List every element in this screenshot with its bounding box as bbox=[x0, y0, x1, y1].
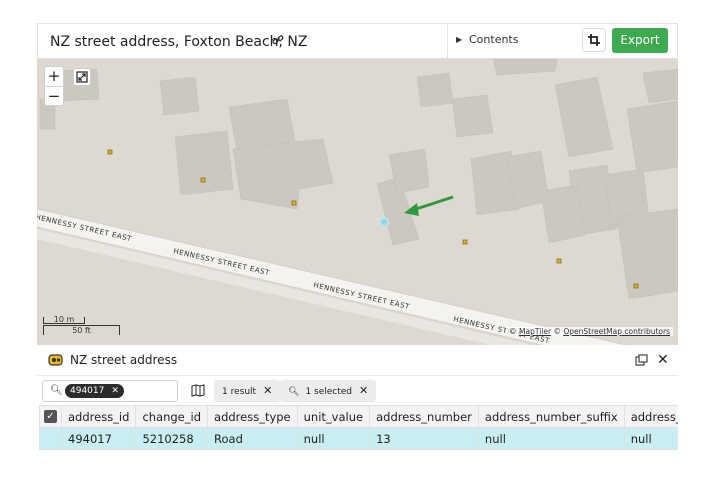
building bbox=[174, 130, 234, 196]
column-header[interactable]: address_number_suffix bbox=[477, 405, 625, 428]
arrow-pointer bbox=[412, 195, 454, 212]
map-attribution: © MapTiler © OpenStreetMap contributors bbox=[506, 327, 673, 336]
selected-count-chip[interactable]: 🔍︎ 1 selected ✕ bbox=[280, 380, 377, 402]
clear-selection-icon[interactable]: ✕ bbox=[359, 384, 368, 397]
search-icon: 🔍︎ bbox=[50, 385, 63, 396]
export-button[interactable]: Export bbox=[612, 28, 668, 53]
attribute-panel: NZ street address ✕ 🔍︎ 494017 ✕ 1 result ✕… bbox=[37, 345, 678, 451]
building bbox=[232, 138, 334, 210]
osm-link[interactable]: OpenStreetMap contributors bbox=[563, 327, 670, 336]
maptiler-link[interactable]: MapTiler bbox=[519, 327, 551, 336]
link-icon[interactable] bbox=[271, 33, 285, 47]
column-header[interactable]: address_number bbox=[369, 405, 479, 428]
map-view[interactable]: HENNESSY STREET EAST HENNESSY STREET EAS… bbox=[37, 59, 678, 345]
crop-icon bbox=[588, 34, 600, 46]
table-header-row: ✓ address_id change_id address_type unit… bbox=[39, 405, 678, 428]
building bbox=[416, 72, 454, 108]
table-row[interactable]: 494017 5210258 Road null 13 null null bbox=[39, 427, 678, 450]
window-expand-icon[interactable] bbox=[635, 354, 648, 366]
column-header[interactable]: address_type bbox=[207, 405, 298, 428]
column-header[interactable]: unit_value bbox=[296, 405, 371, 428]
fullscreen-button[interactable] bbox=[73, 68, 91, 86]
address-point bbox=[200, 177, 206, 183]
close-icon[interactable]: ✕ bbox=[657, 352, 669, 368]
filter-bar: 🔍︎ 494017 ✕ 1 result ✕ 🔍︎ 1 selected ✕ bbox=[37, 375, 678, 405]
zoom-control: + − bbox=[44, 66, 64, 106]
building bbox=[159, 76, 200, 116]
table-cell: Road bbox=[207, 427, 298, 450]
scale-bar-imperial: 50 ft bbox=[43, 325, 120, 335]
address-point bbox=[633, 283, 639, 289]
selected-address-point bbox=[379, 217, 389, 227]
column-header[interactable]: address_id bbox=[60, 405, 137, 428]
layer-title: NZ street address bbox=[70, 353, 178, 367]
address-point bbox=[107, 149, 113, 155]
building bbox=[642, 68, 678, 104]
zoom-out-button[interactable]: − bbox=[45, 87, 63, 106]
panel-header: NZ street address ✕ bbox=[37, 345, 678, 375]
scale-bar-metric: 10 m bbox=[43, 316, 85, 324]
page-title: NZ street address, Foxton Beach, NZ bbox=[50, 34, 308, 50]
map-filter-icon[interactable] bbox=[191, 384, 205, 398]
table-cell: null bbox=[296, 427, 371, 450]
search-term-chip[interactable]: 494017 ✕ bbox=[65, 384, 124, 398]
select-all-cell[interactable]: ✓ bbox=[39, 405, 62, 428]
remove-search-icon[interactable]: ✕ bbox=[111, 386, 119, 396]
building bbox=[540, 184, 586, 244]
table-cell: 13 bbox=[369, 427, 479, 450]
building bbox=[451, 94, 494, 138]
caret-right-icon: ▶ bbox=[456, 35, 463, 44]
building bbox=[626, 100, 678, 174]
results-count-chip[interactable]: 1 result ✕ bbox=[214, 380, 281, 402]
row-select-cell[interactable] bbox=[39, 427, 62, 450]
expand-icon bbox=[76, 71, 88, 83]
checkbox-checked-icon[interactable]: ✓ bbox=[44, 410, 57, 423]
building bbox=[554, 76, 614, 158]
contents-label: Contents bbox=[469, 33, 519, 46]
map-canvas[interactable]: HENNESSY STREET EAST HENNESSY STREET EAS… bbox=[37, 59, 678, 345]
contents-toggle[interactable]: ▶ Contents bbox=[447, 24, 575, 58]
zoom-in-button[interactable]: + bbox=[45, 67, 63, 87]
search-input[interactable]: 🔍︎ 494017 ✕ bbox=[42, 380, 178, 402]
column-header[interactable]: address_nur bbox=[623, 405, 678, 428]
address-layer-icon bbox=[48, 354, 63, 366]
search-icon: 🔍︎ bbox=[288, 387, 300, 397]
address-point bbox=[556, 258, 562, 264]
building bbox=[492, 59, 558, 76]
column-header[interactable]: change_id bbox=[135, 405, 209, 428]
table-cell: null bbox=[623, 427, 678, 450]
address-point bbox=[462, 239, 468, 245]
building bbox=[616, 208, 678, 300]
address-point bbox=[291, 200, 297, 206]
table-cell: 494017 bbox=[60, 427, 137, 450]
table-cell: 5210258 bbox=[135, 427, 209, 450]
table-cell: null bbox=[477, 427, 625, 450]
crop-button[interactable] bbox=[582, 28, 606, 52]
header-bar: NZ street address, Foxton Beach, NZ ▶ Co… bbox=[37, 23, 678, 59]
attribute-table: ✓ address_id change_id address_type unit… bbox=[39, 405, 678, 450]
clear-results-icon[interactable]: ✕ bbox=[263, 384, 272, 397]
